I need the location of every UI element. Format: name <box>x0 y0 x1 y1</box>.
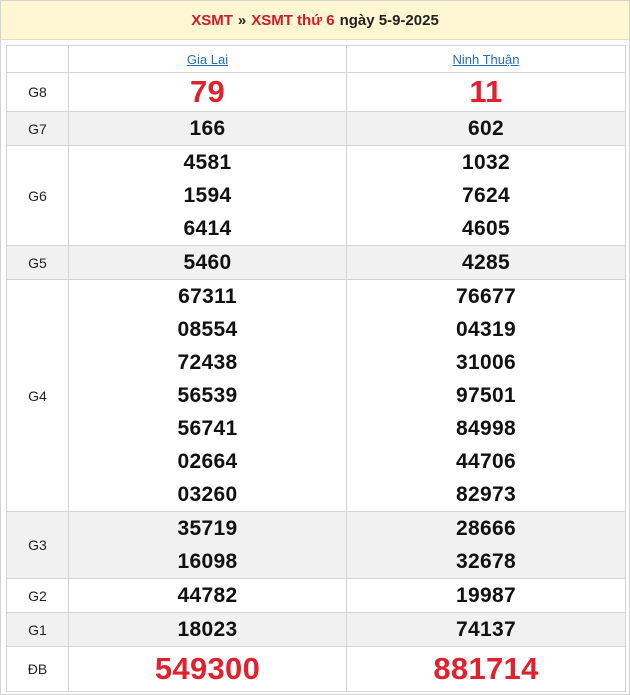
prize-number: 74137 <box>456 618 516 641</box>
prize-cell: 79 <box>68 72 347 112</box>
prize-row-đb: ĐB 549300 881714 <box>6 646 626 692</box>
prize-number: 04319 <box>456 318 516 341</box>
prize-cell: 1032 7624 4605 <box>346 145 626 246</box>
prize-cell: 11 <box>346 72 626 112</box>
prize-cell: 602 <box>346 111 626 146</box>
prize-row-g8: G8 79 11 <box>6 72 626 112</box>
prize-cell: 4285 <box>346 245 626 280</box>
prize-cell: 35719 16098 <box>68 511 347 579</box>
prize-number: 4605 <box>462 217 510 240</box>
province-link-gia-lai[interactable]: Gia Lai <box>187 52 228 67</box>
prize-label: G6 <box>6 145 69 246</box>
prize-number: 79 <box>189 74 226 109</box>
prize-number: 35719 <box>177 517 238 540</box>
prize-cell: 28666 32678 <box>346 511 626 579</box>
province-header: Ninh Thuận <box>346 45 626 73</box>
prize-number: 56741 <box>177 417 238 440</box>
prize-number: 881714 <box>433 651 539 686</box>
prize-cell: 549300 <box>68 646 347 692</box>
province-header-row: Gia Lai Ninh Thuận <box>6 45 626 73</box>
prize-number: 32678 <box>456 550 516 573</box>
prize-label: G1 <box>6 612 69 647</box>
prize-cell: 166 <box>68 111 347 146</box>
prize-number: 02664 <box>177 450 238 473</box>
results-title: XSMT » XSMT thứ 6 ngày 5-9-2025 <box>1 1 629 40</box>
prize-number: 1594 <box>183 184 232 207</box>
prize-row-g3: G3 35719 16098 28666 32678 <box>6 511 626 579</box>
prize-number: 6414 <box>183 217 232 240</box>
prize-number: 31006 <box>456 351 516 374</box>
prize-label: G8 <box>6 72 69 112</box>
prize-number: 166 <box>189 117 226 140</box>
results-table: Gia Lai Ninh Thuận G8 79 11 G7 166 602 G6 4581 1… <box>6 45 626 692</box>
prize-number: 28666 <box>456 517 516 540</box>
province-link-ninh-thuan[interactable]: Ninh Thuận <box>453 52 520 67</box>
prize-row-g6: G6 4581 1594 6414 1032 7624 4605 <box>6 145 626 246</box>
prize-number: 72438 <box>177 351 238 374</box>
xsmt-link[interactable]: XSMT <box>191 12 233 29</box>
prize-number: 4581 <box>183 151 232 174</box>
prize-number: 11 <box>469 74 503 109</box>
prize-number: 549300 <box>154 651 261 686</box>
prize-number: 1032 <box>462 151 510 174</box>
corner-cell <box>6 45 69 73</box>
prize-number: 76677 <box>456 285 516 308</box>
prize-number: 5460 <box>183 251 232 274</box>
prize-number: 19987 <box>456 584 516 607</box>
prize-number: 82973 <box>456 483 516 506</box>
prize-cell: 44782 <box>68 578 347 613</box>
draw-date: ngày 5-9-2025 <box>339 11 439 29</box>
prize-number: 44706 <box>456 450 516 473</box>
prize-number: 03260 <box>177 483 238 506</box>
prize-number: 08554 <box>177 318 238 341</box>
prize-cell: 74137 <box>346 612 626 647</box>
prize-cell: 67311 08554 72438 56539 56741 02664 03260 <box>68 279 347 512</box>
prize-row-g4: G4 67311 08554 72438 56539 56741 02664 03260 766… <box>6 279 626 512</box>
prize-number: 602 <box>468 117 504 140</box>
prize-cell: 5460 <box>68 245 347 280</box>
prize-row-g1: G1 18023 74137 <box>6 612 626 647</box>
prize-number: 97501 <box>456 384 516 407</box>
prize-cell: 18023 <box>68 612 347 647</box>
prize-cell: 19987 <box>346 578 626 613</box>
prize-number: 67311 <box>178 285 237 308</box>
prize-row-g7: G7 166 602 <box>6 111 626 146</box>
prize-number: 16098 <box>177 550 238 573</box>
prize-label: G3 <box>6 511 69 579</box>
prize-label: G4 <box>6 279 69 512</box>
xsmt-friday-link[interactable]: XSMT thứ 6 <box>251 12 334 29</box>
prize-label: ĐB <box>6 646 69 692</box>
prize-label: G2 <box>6 578 69 613</box>
prize-number: 4285 <box>462 251 510 274</box>
prize-cell: 76677 04319 31006 97501 84998 44706 82973 <box>346 279 626 512</box>
prize-label: G7 <box>6 111 69 146</box>
prize-number: 56539 <box>177 384 238 407</box>
prize-cell: 881714 <box>346 646 626 692</box>
prize-cell: 4581 1594 6414 <box>68 145 347 246</box>
breadcrumb-separator: » <box>237 11 247 29</box>
prize-number: 7624 <box>462 184 510 207</box>
prize-number: 18023 <box>177 618 238 641</box>
province-header: Gia Lai <box>68 45 347 73</box>
prize-row-g5: G5 5460 4285 <box>6 245 626 280</box>
prize-number: 84998 <box>456 417 516 440</box>
prize-row-g2: G2 44782 19987 <box>6 578 626 613</box>
prize-number: 44782 <box>177 584 238 607</box>
results-panel: XSMT » XSMT thứ 6 ngày 5-9-2025 Gia Lai … <box>0 0 630 695</box>
prize-label: G5 <box>6 245 69 280</box>
